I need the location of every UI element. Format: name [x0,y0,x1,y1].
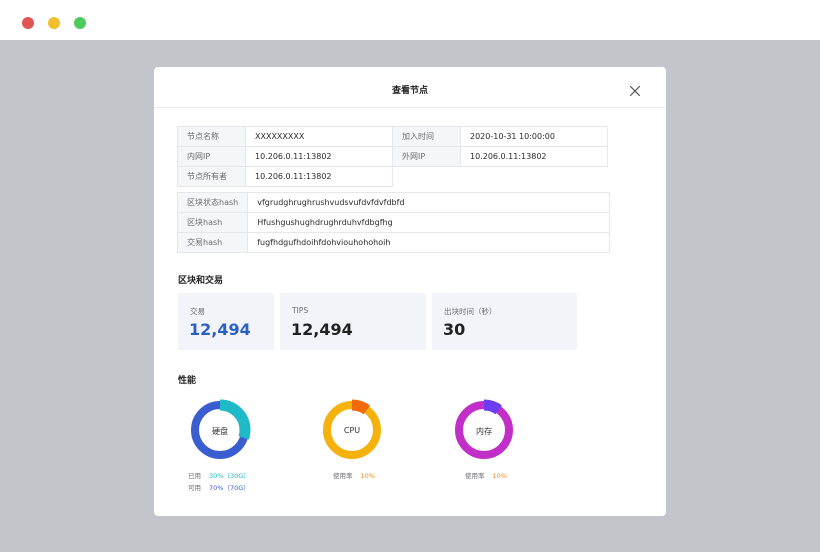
performance-section-title: 性能 [178,376,197,386]
stat-card-transactions: 交易 12,494 [178,293,274,350]
tx-hash-label: 交易hash [176,232,249,253]
node-name-value: XXXXXXXXX [245,126,393,147]
owner-label: 节点所有者 [177,166,246,187]
table-row: 节点名称 XXXXXXXXX 加入时间 2020-10-31 10:00:00 [177,126,608,147]
disk-used-value: 30%（30G） [209,472,250,480]
internal-ip-label: 内网IP [177,146,246,167]
table-row: 交易hash fugfhdgufhdoihfdohviouhohohoih [176,232,611,253]
external-ip-label: 外网IP [392,146,461,167]
dialog-header: 查看节点 [154,67,666,108]
stat-label: 交易 [190,307,205,316]
block-state-hash-value: vfgrudghrughrushvudsvufdvfdvfdbfd [247,192,611,213]
dialog-title: 查看节点 [391,86,428,96]
cpu-usage-label: 使用率 [333,472,353,480]
disk-label: 硬盘 [212,427,228,436]
table-row: 区块状态hash vfgrudghrughrushvudsvufdvfdvfdb… [176,192,611,213]
hash-table: 区块状态hash vfgrudghrughrushvudsvufdvfdvfdb… [176,192,611,253]
disk-free-legend: 可用 70%（70G） [188,482,250,492]
external-ip-value: 10.206.0.11:13802 [460,146,608,167]
disk-used-legend: 已用 30%（30G） [188,470,250,480]
cpu-usage-legend: 使用率 10% [333,470,375,480]
tx-hash-value: fugfhdgufhdoihfdohviouhohohoih [247,232,611,253]
stat-label: 出块时间（秒） [444,307,497,316]
cpu-label: CPU [343,426,361,435]
stat-card-tips: TIPS 12,494 [280,293,426,350]
internal-ip-value: 10.206.0.11:13802 [245,146,393,167]
disk-free-value: 70%（70G） [209,484,250,492]
window-titlebar [0,0,820,40]
memory-usage-legend: 使用率 10% [465,470,507,480]
window-close-button[interactable] [22,17,34,29]
block-hash-label: 区块hash [176,212,249,233]
window-minimize-button[interactable] [48,17,60,29]
join-time-label: 加入时间 [392,126,461,147]
empty-cell [393,167,461,187]
window-maximize-button[interactable] [74,17,86,29]
view-node-dialog: 查看节点 节点名称 XXXXXXXXX 加入时间 2020-10-31 10:0… [154,67,666,516]
disk-free-label: 可用 [188,484,201,492]
stat-value: 30 [443,320,466,339]
disk-used-label: 已用 [188,472,201,480]
node-info-table: 节点名称 XXXXXXXXX 加入时间 2020-10-31 10:00:00 … [177,126,608,187]
node-name-label: 节点名称 [177,126,246,147]
block-state-hash-label: 区块状态hash [176,192,249,213]
cpu-usage-value: 10% [360,472,375,480]
stat-value: 12,494 [291,320,353,339]
owner-value: 10.206.0.11:13802 [245,166,393,187]
memory-label: 内存 [476,427,492,436]
stat-label: TIPS [292,306,309,315]
table-row: 区块hash Hfushgushughdrughrduhvfdbgfhg [176,212,611,233]
empty-cell [461,167,608,187]
stat-card-block-time: 出块时间（秒） 30 [432,293,577,350]
blocks-section-title: 区块和交易 [178,276,224,286]
memory-usage-value: 10% [492,472,507,480]
close-icon[interactable] [629,85,641,97]
join-time-value: 2020-10-31 10:00:00 [460,126,608,147]
table-row: 节点所有者 10.206.0.11:13802 [177,166,608,187]
memory-usage-label: 使用率 [465,472,485,480]
block-hash-value: Hfushgushughdrughrduhvfdbgfhg [247,212,611,233]
table-row: 内网IP 10.206.0.11:13802 外网IP 10.206.0.11:… [177,146,608,167]
stat-value: 12,494 [189,320,251,339]
